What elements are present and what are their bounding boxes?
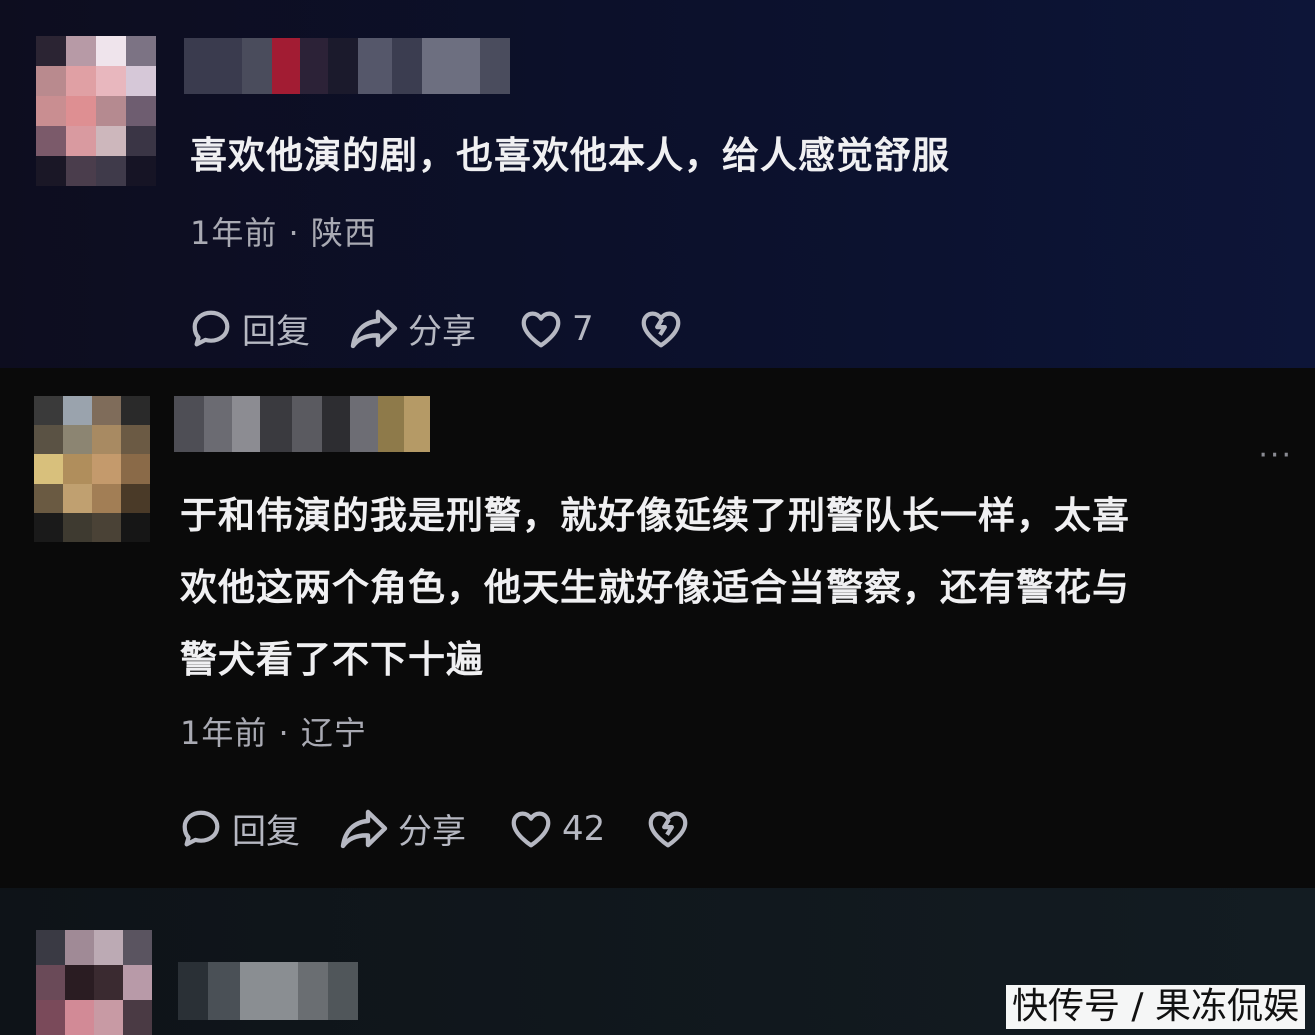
reply-button[interactable]: 回复 xyxy=(178,804,300,853)
share-label: 分享 xyxy=(398,812,466,852)
comment-actions: 回复 分享 7 xyxy=(188,304,684,353)
comment-text: 喜欢他演的剧，也喜欢他本人，给人感觉舒服 xyxy=(190,134,950,177)
comment-item-2: ··· 于和伟演的我是刑警，就好像延续了刑警队长一样，太喜 欢他这两个角色，他天… xyxy=(0,368,1315,888)
comment-item-1: 喜欢他演的剧，也喜欢他本人，给人感觉舒服 1年前 · 陕西 回复 分享 7 xyxy=(0,0,1315,368)
username-blurred[interactable] xyxy=(174,396,430,452)
username-blurred[interactable] xyxy=(178,962,358,1020)
broken-heart-icon xyxy=(641,311,680,347)
reply-label: 回复 xyxy=(242,312,310,352)
like-button[interactable]: 7 xyxy=(518,306,594,352)
share-arrow-icon xyxy=(350,309,398,348)
avatar[interactable] xyxy=(36,930,152,1035)
username-blurred[interactable] xyxy=(184,38,510,94)
like-count: 42 xyxy=(562,808,606,849)
watermark: 快传号 / 果冻侃娱 xyxy=(1005,985,1305,1029)
share-button[interactable]: 分享 xyxy=(338,804,466,853)
like-button[interactable]: 42 xyxy=(508,806,605,852)
avatar[interactable] xyxy=(36,36,156,186)
speech-bubble-icon xyxy=(182,810,220,846)
share-arrow-icon xyxy=(340,809,388,848)
comment-text-line-1: 于和伟演的我是刑警，就好像延续了刑警队长一样，太喜 xyxy=(180,494,1130,537)
dislike-button[interactable] xyxy=(645,806,691,852)
share-button[interactable]: 分享 xyxy=(348,304,476,353)
broken-heart-icon xyxy=(648,811,688,847)
avatar[interactable] xyxy=(34,396,150,542)
heart-icon xyxy=(511,811,551,847)
like-count: 7 xyxy=(572,308,594,349)
share-label: 分享 xyxy=(408,312,476,352)
more-dots-icon[interactable]: ··· xyxy=(1258,438,1293,473)
speech-bubble-icon xyxy=(192,310,230,346)
reply-label: 回复 xyxy=(232,812,300,852)
reply-button[interactable]: 回复 xyxy=(188,304,310,353)
comment-meta: 1年前 · 陕西 xyxy=(190,214,377,252)
comment-text-line-3: 警犬看了不下十遍 xyxy=(180,638,484,681)
comment-meta: 1年前 · 辽宁 xyxy=(180,714,367,752)
heart-icon xyxy=(521,311,561,347)
comment-text-line-2: 欢他这两个角色，他天生就好像适合当警察，还有警花与 xyxy=(180,566,1130,609)
dislike-button[interactable] xyxy=(638,306,684,352)
comment-actions: 回复 分享 42 xyxy=(178,804,691,853)
